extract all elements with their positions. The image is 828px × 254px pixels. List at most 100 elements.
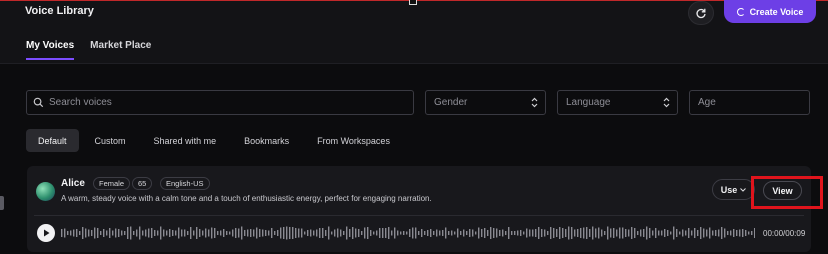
- waveform-bar: [235, 228, 237, 238]
- audio-waveform[interactable]: [61, 224, 755, 242]
- waveform-bar: [166, 230, 168, 236]
- tab-my-voices[interactable]: My Voices: [26, 40, 75, 60]
- waveform-bar: [238, 228, 240, 238]
- waveform-bar: [544, 229, 546, 237]
- waveform-bar: [304, 231, 306, 235]
- waveform-bar: [73, 229, 75, 237]
- waveform-bar: [481, 229, 483, 237]
- language-select[interactable]: Language: [557, 90, 678, 115]
- sidebar-collapse-handle[interactable]: [0, 196, 4, 210]
- tab-market-place[interactable]: Market Place: [90, 40, 151, 60]
- waveform-bar: [547, 231, 549, 235]
- waveform-bar: [664, 229, 666, 237]
- waveform-bar: [289, 227, 291, 239]
- waveform-bar: [337, 228, 339, 238]
- waveform-bar: [631, 227, 633, 239]
- chip-shared-with-me[interactable]: Shared with me: [142, 129, 229, 152]
- waveform-bar: [358, 229, 360, 237]
- waveform-bar: [373, 231, 375, 235]
- chip-default[interactable]: Default: [26, 129, 79, 152]
- waveform-bar: [316, 229, 318, 237]
- gender-select[interactable]: Gender: [425, 90, 546, 115]
- waveform-bar: [106, 230, 108, 236]
- waveform-bar: [559, 227, 561, 239]
- search-input[interactable]: [49, 97, 389, 108]
- waveform-bar: [514, 231, 516, 235]
- waveform-bar: [103, 229, 105, 237]
- waveform-bar: [562, 228, 564, 238]
- refresh-button[interactable]: [688, 1, 714, 25]
- waveform-bar: [190, 227, 192, 239]
- waveform-bar: [112, 230, 114, 236]
- age-field[interactable]: [689, 90, 810, 115]
- waveform-bar: [661, 230, 663, 236]
- age-input[interactable]: [698, 97, 809, 108]
- waveform-bar: [253, 229, 255, 237]
- waveform-bar: [490, 227, 492, 239]
- waveform-bar: [127, 227, 129, 239]
- waveform-bar: [376, 230, 378, 236]
- waveform-bar: [448, 231, 450, 235]
- waveform-bar: [517, 230, 519, 236]
- waveform-bar: [460, 231, 462, 235]
- waveform-bar: [283, 227, 285, 239]
- waveform-bar: [346, 226, 348, 240]
- waveform-bar: [364, 227, 366, 239]
- waveform-bar: [592, 226, 594, 240]
- waveform-bar: [211, 227, 213, 239]
- waveform-bar: [691, 230, 693, 236]
- waveform-bar: [241, 226, 243, 240]
- waveform-bar: [400, 231, 402, 235]
- waveform-bar: [325, 230, 327, 236]
- waveform-bar: [745, 230, 747, 236]
- search-field[interactable]: [26, 90, 414, 115]
- gender-badge: Female: [93, 177, 131, 190]
- playback-time: 00:00/00:09: [763, 229, 806, 238]
- waveform-bar: [700, 227, 702, 239]
- waveform-bar: [442, 230, 444, 236]
- waveform-bar: [667, 230, 669, 236]
- waveform-bar: [64, 228, 66, 238]
- waveform-bar: [403, 231, 405, 235]
- waveform-bar: [502, 229, 504, 237]
- waveform-bar: [349, 229, 351, 237]
- loading-icon: [736, 7, 745, 16]
- waveform-bar: [625, 229, 627, 237]
- waveform-bar: [499, 230, 501, 236]
- waveform-bar: [307, 230, 309, 236]
- waveform-bar: [175, 230, 177, 236]
- waveform-bar: [85, 228, 87, 238]
- waveform-bar: [688, 228, 690, 238]
- waveform-bar: [412, 227, 414, 239]
- waveform-bar: [268, 230, 270, 236]
- avatar: [36, 182, 55, 201]
- waveform-bar: [67, 231, 69, 235]
- chip-bookmarks[interactable]: Bookmarks: [232, 129, 301, 152]
- waveform-bar: [379, 228, 381, 238]
- chip-custom[interactable]: Custom: [83, 129, 138, 152]
- waveform-bar: [472, 229, 474, 237]
- waveform-bar: [727, 231, 729, 235]
- waveform-bar: [334, 229, 336, 237]
- waveform-bar: [301, 228, 303, 238]
- highlight-box: [751, 176, 823, 209]
- play-button[interactable]: [37, 224, 55, 242]
- search-icon: [33, 97, 44, 108]
- create-voice-label: Create Voice: [749, 6, 804, 17]
- gender-select-label: Gender: [434, 97, 468, 108]
- header-divider: [0, 63, 828, 64]
- waveform-bar: [319, 228, 321, 238]
- use-button[interactable]: Use: [712, 179, 755, 200]
- waveform-bar: [505, 231, 507, 235]
- chip-from-workspaces[interactable]: From Workspaces: [305, 129, 402, 152]
- waveform-bar: [439, 230, 441, 236]
- waveform-bar: [226, 231, 228, 235]
- waveform-bar: [679, 231, 681, 235]
- create-voice-button[interactable]: Create Voice: [724, 0, 816, 23]
- waveform-bar: [457, 228, 459, 238]
- waveform-bar: [649, 228, 651, 238]
- updown-chevron-icon: [663, 97, 670, 108]
- waveform-bar: [130, 226, 132, 240]
- waveform-bar: [196, 227, 198, 239]
- waveform-bar: [550, 227, 552, 239]
